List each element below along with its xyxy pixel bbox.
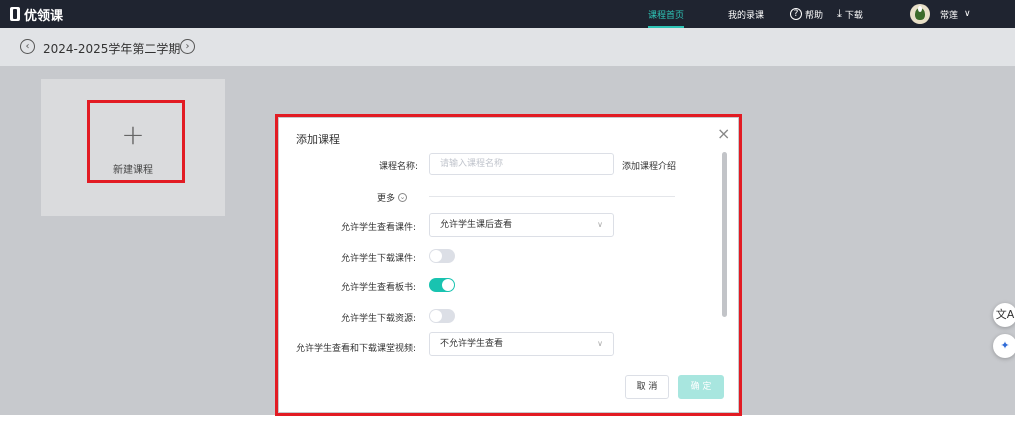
assistant-icon[interactable]: ✦	[993, 334, 1015, 358]
translate-icon[interactable]: 文A	[993, 303, 1015, 327]
chevron-right-icon: ›	[185, 41, 190, 52]
chevron-left-icon: ‹	[25, 41, 30, 52]
user-menu[interactable]: 常莲 ∨	[940, 0, 971, 28]
nav-download[interactable]: ⤓ 下载	[837, 0, 863, 28]
chevron-down-icon: ∨	[964, 9, 971, 19]
nav-my-recordings[interactable]: 我的录课	[728, 0, 764, 28]
download-icon: ⤓	[837, 7, 842, 20]
user-avatar[interactable]	[910, 4, 930, 24]
term-bar: ‹ 2024-2025学年第二学期 ›	[0, 28, 1015, 66]
nav-help-label: 帮助	[805, 10, 824, 21]
help-icon: ?	[790, 8, 802, 20]
nav-my-recordings-label: 我的录课	[728, 10, 765, 21]
nav-course-home-label: 课程首页	[648, 10, 685, 21]
nav-help[interactable]: ? 帮助	[790, 0, 823, 28]
dialog-highlight-box	[275, 114, 742, 416]
new-course-highlight-box	[87, 100, 185, 183]
previous-term-button[interactable]: ‹	[20, 39, 35, 54]
logo-icon	[10, 7, 20, 21]
nav-download-label: 下载	[844, 10, 863, 21]
nav-course-home[interactable]: 课程首页	[648, 0, 685, 28]
user-name: 常莲	[940, 10, 959, 21]
app-logo[interactable]: 优领课	[10, 5, 64, 24]
top-navigation-bar: 优领课 课程首页 我的录课 ? 帮助 ⤓ 下载 常莲 ∨	[0, 0, 1015, 28]
term-title: 2024-2025学年第二学期	[43, 42, 181, 56]
next-term-button[interactable]: ›	[180, 39, 195, 54]
app-name: 优领课	[24, 8, 64, 24]
